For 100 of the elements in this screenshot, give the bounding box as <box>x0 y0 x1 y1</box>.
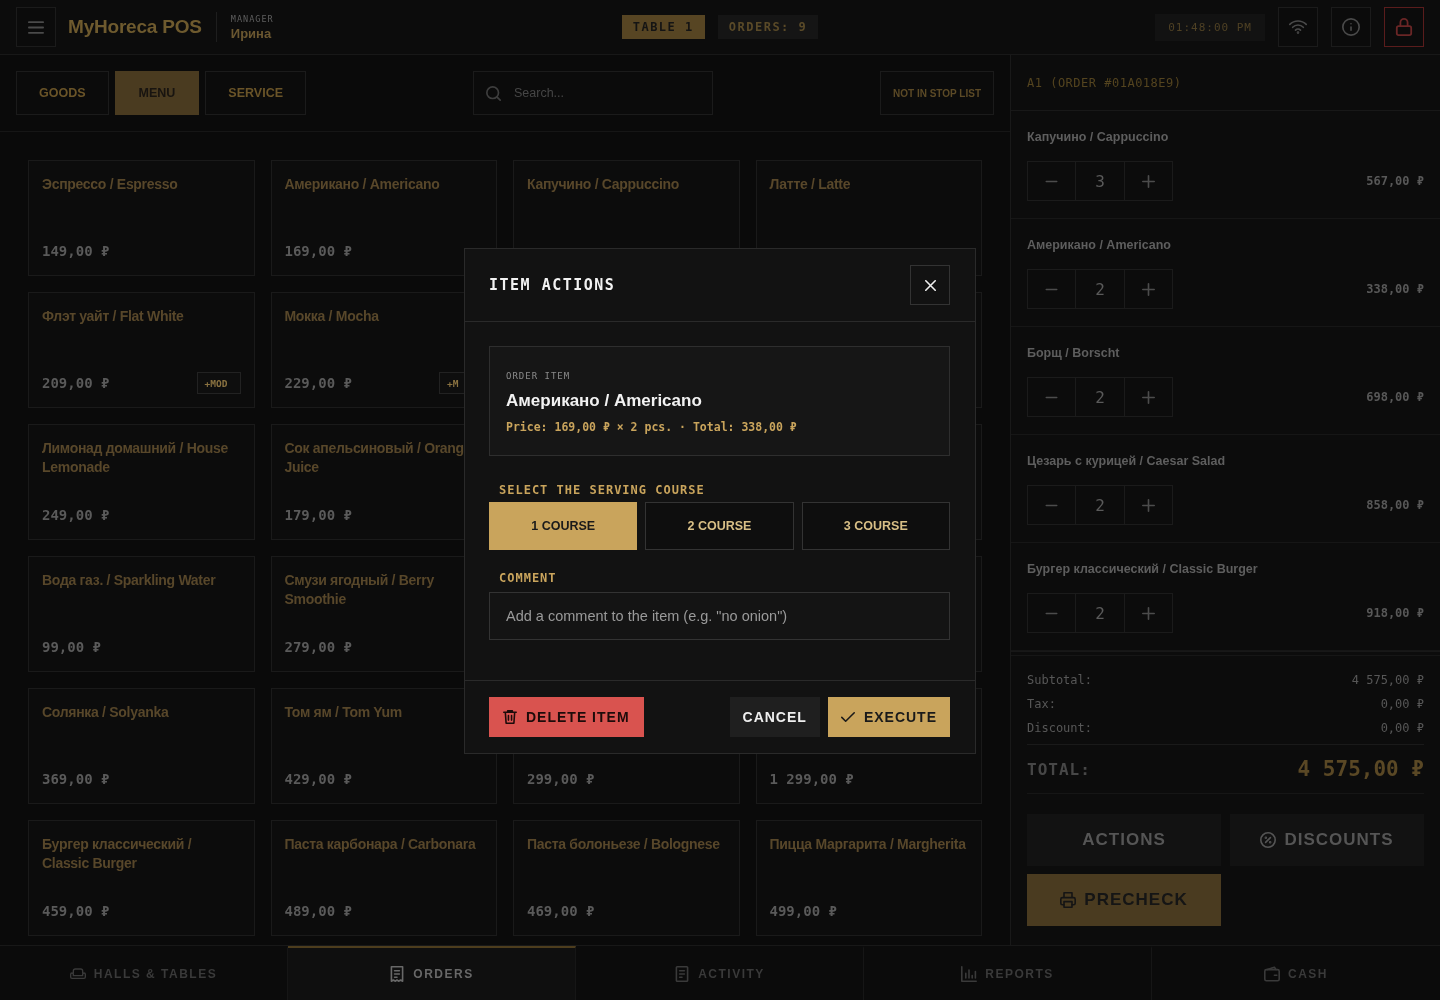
product-name: Эспрессо / Espresso <box>42 175 179 194</box>
lock-button[interactable] <box>1384 7 1424 47</box>
wifi-button[interactable] <box>1278 7 1318 47</box>
user-name: Ирина <box>230 25 273 41</box>
product-price: 99,00 ₽ <box>42 639 101 655</box>
product-price: 299,00 ₽ <box>527 771 595 787</box>
product-price: 279,00 ₽ <box>284 639 352 655</box>
minus-icon <box>1045 503 1058 507</box>
summary-label: Tax: <box>1027 697 1056 711</box>
product-name: Латте / Latte <box>769 175 852 194</box>
minus-icon <box>1045 179 1058 183</box>
increase-button[interactable] <box>1124 593 1173 633</box>
course-option[interactable]: 2 COURSE <box>645 502 794 550</box>
discounts-button[interactable]: DISCOUNTS <box>1230 814 1424 866</box>
close-button[interactable] <box>910 265 950 305</box>
product-card[interactable]: Вода газ. / Sparkling Water 99,00 ₽ <box>28 556 255 672</box>
decrease-button[interactable] <box>1027 269 1076 309</box>
product-name: Смузи ягодный / Berry Smoothie <box>284 571 435 609</box>
order-item-amount: 918,00 ₽ <box>1366 606 1424 620</box>
document-icon <box>674 966 691 982</box>
minus-icon <box>1045 611 1058 615</box>
info-icon <box>1342 18 1360 36</box>
order-item-name: Капучино / Cappuccino <box>1027 129 1170 145</box>
stop-list-filter-button[interactable]: NOT IN STOP LIST <box>880 71 994 115</box>
course-option[interactable]: 1 COURSE <box>489 502 638 550</box>
clock: 01:48:00 PM <box>1155 13 1265 41</box>
summary-value: 0,00 ₽ <box>1380 721 1424 735</box>
execute-button[interactable]: EXECUTE <box>827 697 950 737</box>
order-item-name: Борщ / Borscht <box>1027 345 1121 361</box>
course-label: SELECT THE SERVING COURSE <box>499 483 705 497</box>
product-price: 169,00 ₽ <box>284 243 352 259</box>
nav-tab[interactable]: ORDERS <box>288 946 576 1000</box>
orders-badge: ORDERS: 9 <box>717 15 819 39</box>
app-title: MyHoreca POS <box>68 16 202 38</box>
plus-icon <box>1142 498 1155 512</box>
discount-icon <box>1260 832 1277 848</box>
plus-icon <box>1142 606 1155 620</box>
order-item-caption: ORDER ITEM <box>506 371 572 381</box>
product-price: 249,00 ₽ <box>42 507 110 523</box>
increase-button[interactable] <box>1124 161 1173 201</box>
product-name: Бургер классический / Classic Burger <box>42 835 193 873</box>
product-price: 179,00 ₽ <box>284 507 352 523</box>
product-name: Американо / Americano <box>284 175 441 194</box>
minus-icon <box>1045 287 1058 291</box>
product-price: 369,00 ₽ <box>42 771 110 787</box>
cancel-button[interactable]: CANCEL <box>729 697 820 737</box>
search-field[interactable]: Search... <box>473 71 713 115</box>
delete-button[interactable]: DELETE ITEM <box>489 697 644 737</box>
info-button[interactable] <box>1331 7 1371 47</box>
order-item-name: Американо / Americano <box>1027 237 1172 253</box>
actions-button[interactable]: ACTIONS <box>1027 814 1221 866</box>
order-item-details: Price: 169,00 ₽ × 2 pcs. · Total: 338,00 ₽ <box>506 420 798 434</box>
total-value: 4 575,00 ₽ <box>1297 757 1424 781</box>
increase-button[interactable] <box>1124 269 1173 309</box>
product-card[interactable]: Солянка / Solyanka 369,00 ₽ <box>28 688 255 804</box>
product-name: Паста карбонара / Carbonara <box>284 835 477 854</box>
plus-icon <box>1142 390 1155 404</box>
order-item-amount: 338,00 ₽ <box>1366 282 1424 296</box>
plus-icon <box>1142 174 1155 188</box>
category-tab[interactable]: GOODS <box>16 71 109 115</box>
decrease-button[interactable] <box>1027 161 1076 201</box>
product-price: 229,00 ₽ <box>284 375 352 391</box>
product-name: Лимонад домашний / House Lemonade <box>42 439 229 477</box>
product-card[interactable]: Бургер классический / Classic Burger 459,00 ₽ <box>28 820 255 936</box>
order-item-amount: 567,00 ₽ <box>1366 174 1424 188</box>
minus-icon <box>1045 395 1058 399</box>
product-card[interactable]: Том ям / Tom Yum 429,00 ₽ <box>270 688 497 804</box>
summary-label: Subtotal: <box>1027 673 1093 687</box>
product-card[interactable]: Эспрессо / Espresso 149,00 ₽ <box>28 160 255 276</box>
menu-icon <box>28 20 44 34</box>
product-card[interactable]: Флэт уайт / Flat White 209,00 ₽ +MOD <box>28 292 255 408</box>
product-name: Пицца Маргарита / Margherita <box>769 835 967 854</box>
dialog-title: ITEM ACTIONS <box>489 276 616 294</box>
product-price: 459,00 ₽ <box>42 903 110 919</box>
course-option[interactable]: 3 COURSE <box>801 502 950 550</box>
product-price: 1 299,00 ₽ <box>769 771 854 787</box>
product-price: 429,00 ₽ <box>284 771 352 787</box>
product-card[interactable]: Американо / Americano 169,00 ₽ <box>270 160 497 276</box>
order-title: A1 (ORDER #01A018E9) <box>1027 75 1182 90</box>
product-card[interactable]: Пицца Маргарита / Margherita 499,00 ₽ <box>755 820 982 936</box>
decrease-button[interactable] <box>1027 377 1076 417</box>
product-card[interactable]: Паста болоньезе / Bolognese 469,00 ₽ <box>513 820 740 936</box>
product-name: Солянка / Solyanka <box>42 703 170 722</box>
modifier-button[interactable]: +MOD <box>196 372 241 394</box>
product-card[interactable]: Лимонад домашний / House Lemonade 249,00 ₽ <box>28 424 255 540</box>
decrease-button[interactable] <box>1027 485 1076 525</box>
product-name: Том ям / Tom Yum <box>284 703 403 722</box>
comment-field[interactable]: Add a comment to the item (e.g. "no onion") <box>489 592 950 640</box>
decrease-button[interactable] <box>1027 593 1076 633</box>
product-card[interactable]: Паста карбонара / Carbonara 489,00 ₽ <box>270 820 497 936</box>
product-price: 209,00 ₽ <box>42 375 110 391</box>
category-tab[interactable]: SERVICE <box>205 71 306 115</box>
wallet-icon <box>1264 966 1280 982</box>
increase-button[interactable] <box>1124 377 1173 417</box>
increase-button[interactable] <box>1124 485 1173 525</box>
menu-button[interactable] <box>16 7 56 47</box>
comment-label: COMMENT <box>499 571 557 585</box>
product-price: 149,00 ₽ <box>42 243 110 259</box>
lock-icon <box>1395 18 1413 36</box>
armchair-icon <box>69 966 86 982</box>
